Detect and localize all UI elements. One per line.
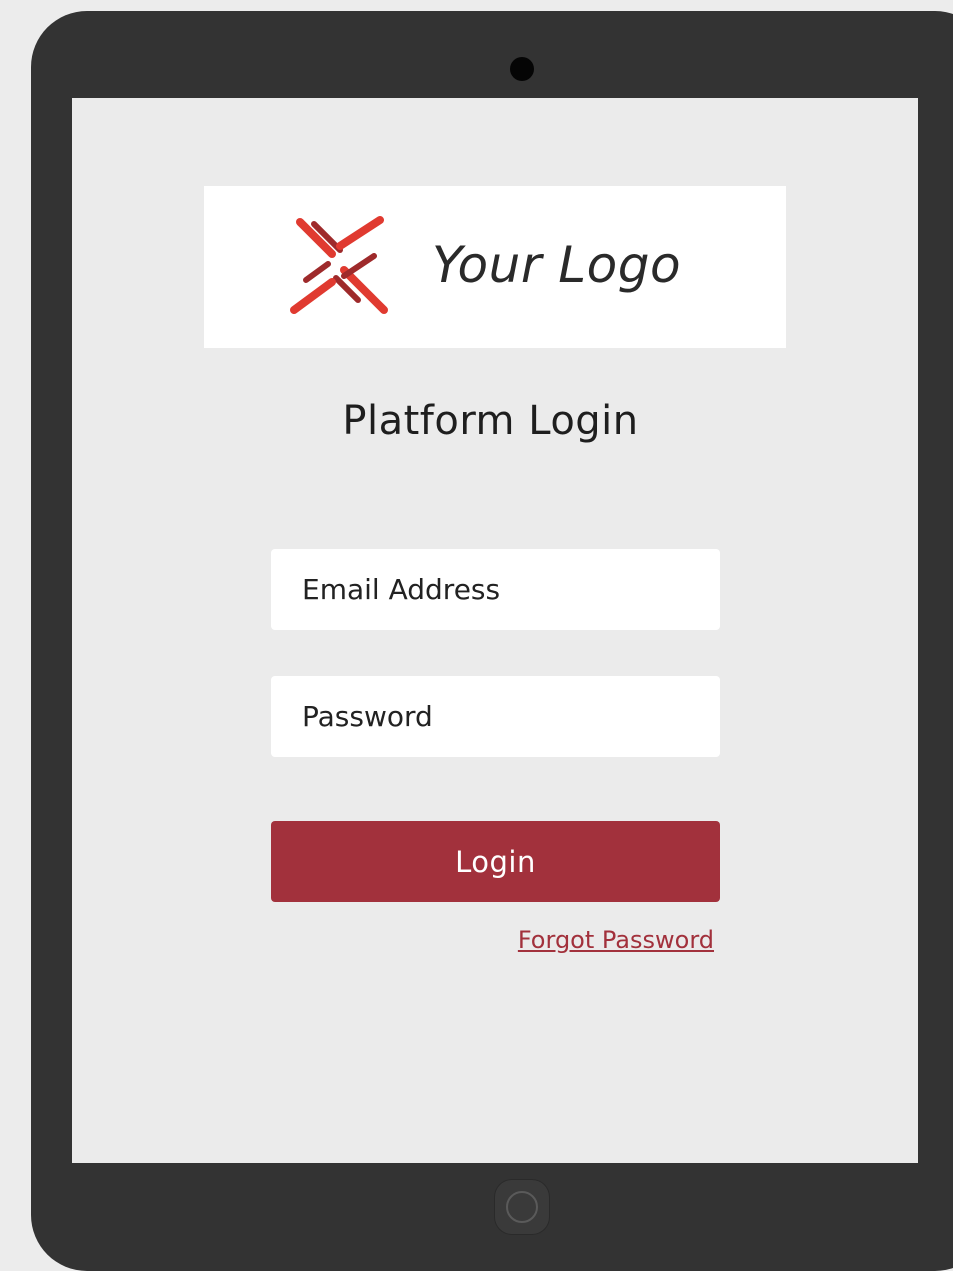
logo-mark-icon	[290, 216, 388, 314]
logo-banner: Your Logo	[204, 186, 786, 348]
camera-dot	[510, 57, 534, 81]
logo-text: Your Logo	[432, 236, 682, 294]
forgot-password-link[interactable]: Forgot Password	[486, 926, 714, 954]
home-button-ring	[506, 1191, 538, 1223]
page-title: Platform Login	[342, 398, 639, 444]
email-field[interactable]	[271, 549, 720, 630]
home-button[interactable]	[494, 1179, 550, 1235]
login-button[interactable]: Login	[271, 821, 720, 902]
password-field[interactable]	[271, 676, 720, 757]
